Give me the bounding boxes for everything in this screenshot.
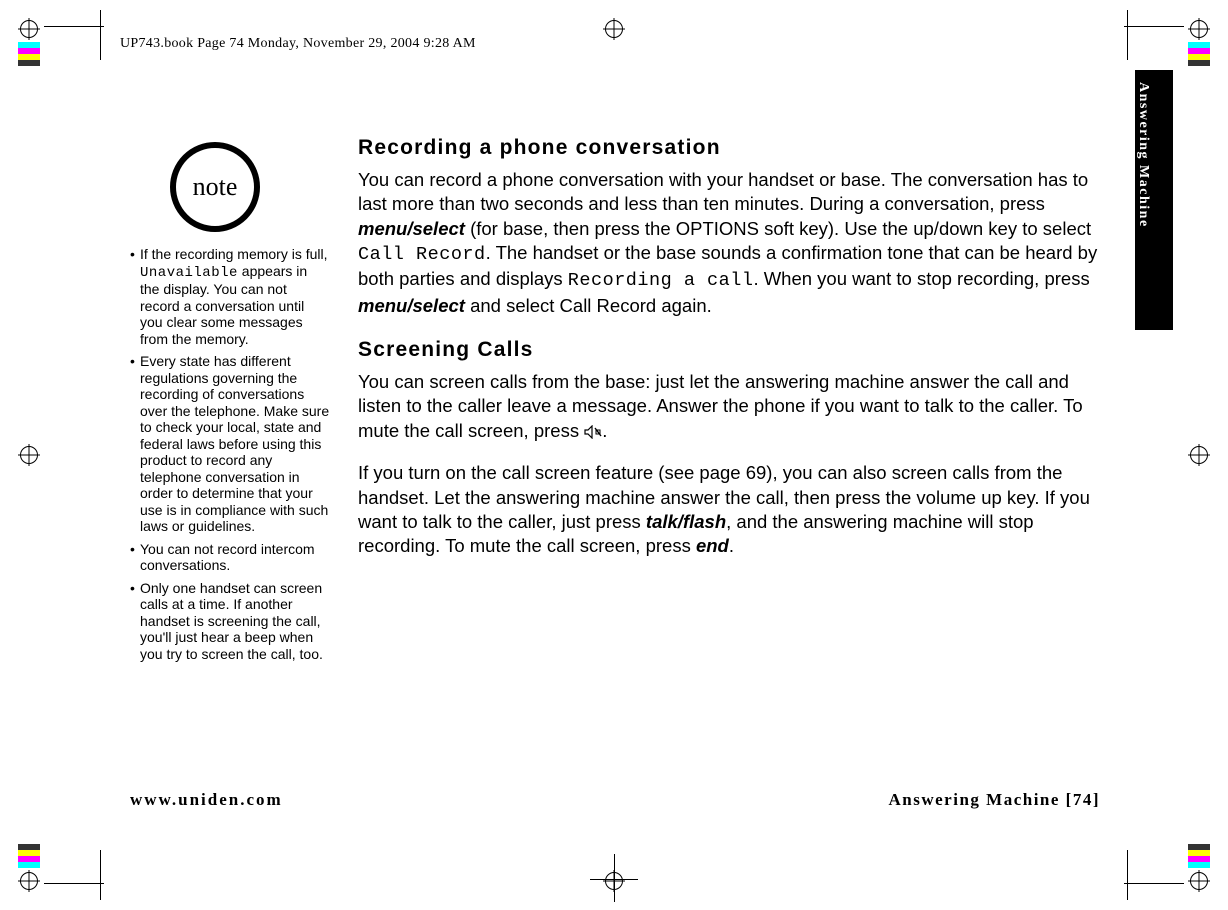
running-header: UP743.book Page 74 Monday, November 29, … — [120, 36, 476, 52]
register-mark-icon — [18, 870, 40, 892]
key-talk-flash: talk/flash — [646, 511, 726, 532]
note-badge: note — [170, 142, 260, 232]
key-menu-select: menu/select — [358, 295, 465, 316]
note-list: If the recording memory is full, Unavail… — [130, 246, 330, 662]
crop-line — [1124, 26, 1184, 27]
crop-line — [100, 10, 101, 60]
register-mark-icon — [1188, 870, 1210, 892]
display-text: Recording a call — [568, 270, 754, 291]
heading-recording: Recording a phone conversation — [358, 134, 1098, 162]
crop-line — [1124, 883, 1184, 884]
note-item: Every state has different regulations go… — [130, 353, 330, 535]
register-mark-icon — [1188, 444, 1210, 466]
note-item: If the recording memory is full, Unavail… — [130, 246, 330, 347]
color-bars-icon — [1188, 42, 1210, 66]
color-bars-icon — [1188, 844, 1210, 868]
note-badge-text: note — [193, 172, 238, 202]
section-tab-label: Answering Machine — [1135, 82, 1151, 228]
note-item: You can not record intercom conversation… — [130, 541, 330, 574]
crop-line — [1127, 850, 1128, 900]
paragraph: You can screen calls from the base: just… — [358, 370, 1098, 443]
register-mark-icon — [1188, 18, 1210, 40]
main-content: Recording a phone conversation You can r… — [358, 134, 1098, 577]
color-bars-icon — [18, 42, 40, 66]
paragraph: If you turn on the call screen feature (… — [358, 461, 1098, 559]
page-footer: www.uniden.com Answering Machine [74] — [130, 790, 1100, 810]
crop-line — [590, 879, 638, 880]
crop-line — [1127, 10, 1128, 60]
speaker-mute-icon — [584, 425, 602, 439]
display-text: Call Record — [358, 244, 486, 265]
section-tab: Answering Machine — [1135, 70, 1173, 330]
footer-section-page: Answering Machine [74] — [889, 790, 1100, 810]
register-mark-icon — [603, 18, 625, 40]
color-bars-icon — [18, 844, 40, 868]
heading-screening: Screening Calls — [358, 336, 1098, 364]
register-mark-icon — [18, 444, 40, 466]
register-mark-icon — [18, 18, 40, 40]
footer-url: www.uniden.com — [130, 790, 283, 810]
key-menu-select: menu/select — [358, 218, 465, 239]
paragraph: You can record a phone conversation with… — [358, 168, 1098, 318]
crop-line — [44, 26, 104, 27]
note-item: Only one handset can screen calls at a t… — [130, 580, 330, 663]
crop-line — [100, 850, 101, 900]
crop-line — [44, 883, 104, 884]
note-sidebar: note If the recording memory is full, Un… — [130, 142, 330, 668]
crop-line — [614, 854, 615, 902]
key-end: end — [696, 535, 729, 556]
